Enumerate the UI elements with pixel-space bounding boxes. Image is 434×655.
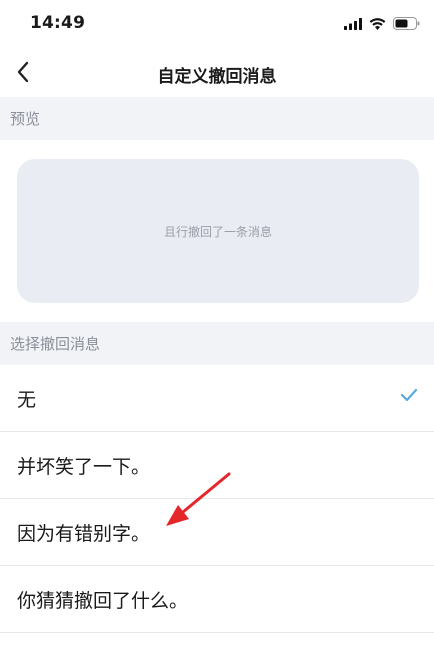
option-item-smirk[interactable]: 并坏笑了一下。: [0, 432, 434, 498]
option-label: 无: [17, 388, 37, 411]
option-label: 你猜猜撤回了什么。: [17, 589, 189, 612]
page-title: 自定义撤回消息: [157, 67, 277, 87]
status-time: 14:49: [30, 13, 86, 33]
battery-icon: [393, 15, 420, 34]
preview-card: 且行撤回了一条消息: [17, 159, 419, 303]
options-header-label: 选择撤回消息: [10, 335, 101, 353]
navigation-bar: 自定义撤回消息: [0, 50, 434, 97]
options-section-header: 选择撤回消息: [0, 322, 434, 365]
option-item-guess[interactable]: 你猜猜撤回了什么。: [0, 566, 434, 632]
status-bar: 14:49: [0, 0, 434, 50]
signal-icon: [344, 15, 362, 34]
divider: [0, 632, 434, 633]
wifi-icon: [369, 15, 386, 34]
option-label: 并坏笑了一下。: [17, 455, 151, 478]
option-label: 因为有错别字。: [17, 522, 151, 545]
preview-message: 且行撤回了一条消息: [163, 224, 272, 239]
preview-area: 且行撤回了一条消息: [0, 140, 434, 322]
option-item-none[interactable]: 无: [0, 365, 434, 431]
preview-section-header: 预览: [0, 97, 434, 140]
preview-header-label: 预览: [10, 110, 41, 128]
option-item-typo[interactable]: 因为有错别字。: [0, 499, 434, 565]
status-icons: [344, 15, 420, 34]
checkmark-icon: [400, 387, 418, 406]
